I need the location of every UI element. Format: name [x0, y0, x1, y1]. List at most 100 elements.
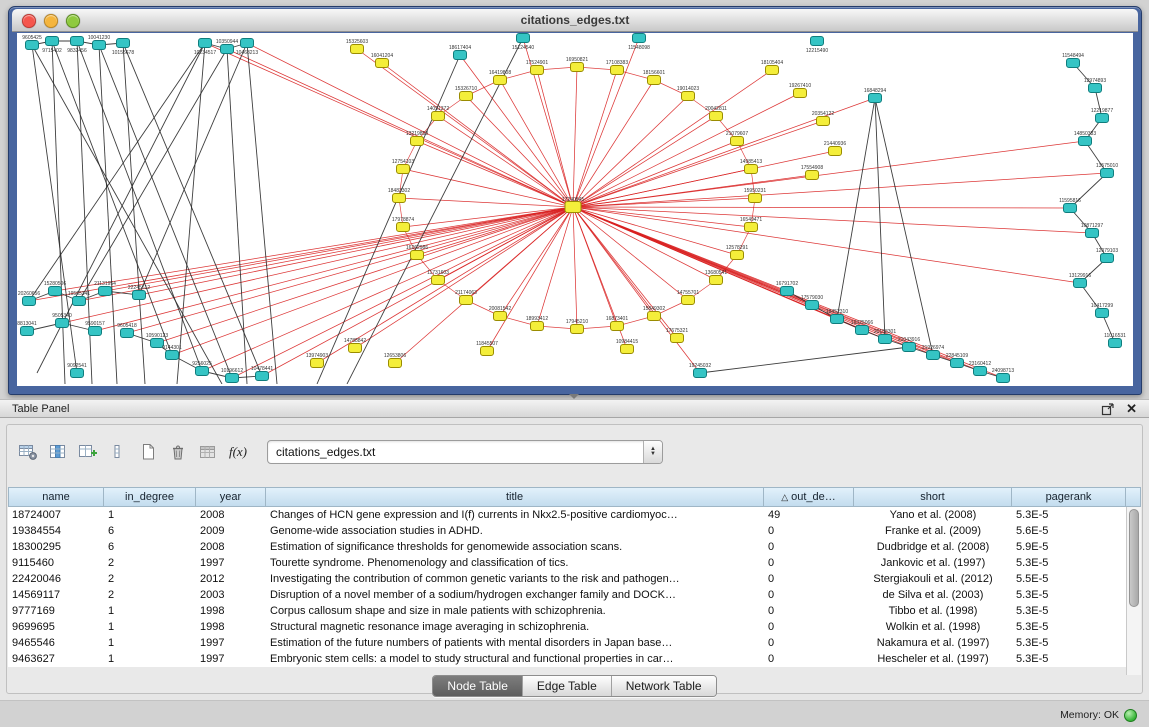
graph-node[interactable] — [241, 39, 254, 48]
graph-node[interactable] — [196, 367, 209, 376]
graph-node[interactable] — [494, 312, 507, 321]
graph-node[interactable] — [671, 334, 684, 343]
network-view-window[interactable]: citations_edges.txt 96054259715402983245… — [8, 6, 1142, 395]
function-builder-icon[interactable]: f(x) — [225, 440, 251, 464]
graph-node[interactable] — [460, 296, 473, 305]
graph-node[interactable] — [71, 37, 84, 46]
column-header-year[interactable]: year — [196, 487, 266, 507]
column-header-in_degree[interactable]: in_degree — [104, 487, 196, 507]
graph-node[interactable] — [1101, 254, 1114, 263]
graph-node[interactable] — [199, 39, 212, 48]
graph-node[interactable] — [997, 374, 1010, 383]
float-panel-icon[interactable] — [1101, 402, 1115, 416]
graph-node[interactable] — [1086, 229, 1099, 238]
graph-node[interactable] — [903, 343, 916, 352]
tab-edge-table[interactable]: Edge Table — [522, 676, 611, 696]
graph-node[interactable] — [1079, 137, 1092, 146]
graph-node[interactable] — [46, 37, 59, 46]
graph-node[interactable] — [749, 194, 762, 203]
graph-node[interactable] — [694, 369, 707, 378]
close-panel-icon[interactable]: ✕ — [1126, 401, 1137, 417]
graph-node[interactable] — [1096, 114, 1109, 123]
graph-node[interactable] — [745, 165, 758, 174]
graph-node[interactable] — [1064, 204, 1077, 213]
column-header-title[interactable]: title — [266, 487, 764, 507]
new-table-icon[interactable] — [135, 440, 161, 464]
graph-node[interactable] — [349, 344, 362, 353]
delete-table-icon[interactable] — [165, 440, 191, 464]
graph-node[interactable] — [731, 251, 744, 260]
graph-node[interactable] — [481, 347, 494, 356]
window-titlebar[interactable]: citations_edges.txt — [12, 9, 1138, 32]
graph-node[interactable] — [829, 147, 842, 156]
table-rows[interactable]: 1872400712008Changes of HCN gene express… — [8, 507, 1126, 667]
graph-node[interactable] — [432, 276, 445, 285]
select-columns-icon[interactable] — [45, 440, 71, 464]
graph-node[interactable] — [927, 351, 940, 360]
network-graph[interactable]: 9605425971540298324561004123010155678102… — [17, 33, 1131, 384]
graph-node[interactable] — [648, 76, 661, 85]
graph-node[interactable] — [531, 66, 544, 75]
graph-node[interactable] — [389, 359, 402, 368]
graph-node[interactable] — [411, 251, 424, 260]
graph-node[interactable] — [710, 112, 723, 121]
graph-node[interactable] — [49, 287, 62, 296]
graph-node[interactable] — [226, 374, 239, 383]
graph-node[interactable] — [731, 137, 744, 146]
table-row[interactable]: 1938455462009Genome-wide association stu… — [8, 523, 1126, 539]
graph-node[interactable] — [766, 66, 779, 75]
graph-node[interactable] — [494, 76, 507, 85]
delete-column-icon[interactable] — [105, 440, 131, 464]
graph-node[interactable] — [133, 291, 146, 300]
graph-node[interactable] — [454, 51, 467, 60]
table-row[interactable]: 977716911998Corpus callosum shape and si… — [8, 603, 1126, 619]
graph-node[interactable] — [817, 117, 830, 126]
graph-node[interactable] — [221, 45, 234, 54]
graph-node[interactable] — [856, 326, 869, 335]
graph-node[interactable] — [710, 276, 723, 285]
graph-node[interactable] — [517, 34, 530, 43]
graph-node[interactable] — [166, 351, 179, 360]
table-selector-dropdown[interactable]: citations_edges.txt ▲▼ — [267, 440, 663, 464]
table-mode-icon[interactable] — [15, 440, 41, 464]
graph-node[interactable] — [682, 296, 695, 305]
graph-node[interactable] — [806, 171, 819, 180]
graph-node[interactable] — [71, 369, 84, 378]
graph-node[interactable] — [460, 92, 473, 101]
graph-node[interactable] — [432, 112, 445, 121]
graph-node[interactable] — [56, 319, 69, 328]
graph-node[interactable] — [811, 37, 824, 46]
network-canvas[interactable]: 9605425971540298324561004123010155678102… — [17, 33, 1133, 386]
column-header-short[interactable]: short — [854, 487, 1012, 507]
import-table-icon[interactable] — [195, 440, 221, 464]
table-row[interactable]: 969969511998Structural magnetic resonanc… — [8, 619, 1126, 635]
graph-node[interactable] — [879, 335, 892, 344]
graph-node[interactable] — [376, 59, 389, 68]
graph-node[interactable] — [633, 34, 646, 43]
graph-node[interactable] — [794, 89, 807, 98]
graph-node[interactable] — [397, 165, 410, 174]
graph-node[interactable] — [1074, 279, 1087, 288]
graph-node[interactable] — [974, 367, 987, 376]
column-header-out_degree[interactable]: △out_de… — [764, 487, 854, 507]
graph-node[interactable] — [831, 315, 844, 324]
graph-node[interactable] — [89, 327, 102, 336]
graph-node[interactable] — [311, 359, 324, 368]
graph-node[interactable] — [397, 223, 410, 232]
table-row[interactable]: 1456911722003Disruption of a novel membe… — [8, 587, 1126, 603]
graph-node[interactable] — [99, 287, 112, 296]
graph-node[interactable] — [256, 372, 269, 381]
tab-node-table[interactable]: Node Table — [433, 676, 522, 696]
scrollbar-thumb[interactable] — [1129, 509, 1139, 607]
table-row[interactable]: 911546021997Tourette syndrome. Phenomeno… — [8, 555, 1126, 571]
graph-node[interactable] — [1089, 84, 1102, 93]
graph-node[interactable] — [411, 137, 424, 146]
column-header-pagerank[interactable]: pagerank — [1012, 487, 1126, 507]
graph-node[interactable] — [93, 41, 106, 50]
graph-node[interactable] — [1109, 339, 1122, 348]
graph-node[interactable] — [611, 322, 624, 331]
graph-node[interactable] — [26, 41, 39, 50]
graph-node[interactable] — [565, 202, 581, 213]
graph-node[interactable] — [621, 345, 634, 354]
graph-node[interactable] — [393, 194, 406, 203]
